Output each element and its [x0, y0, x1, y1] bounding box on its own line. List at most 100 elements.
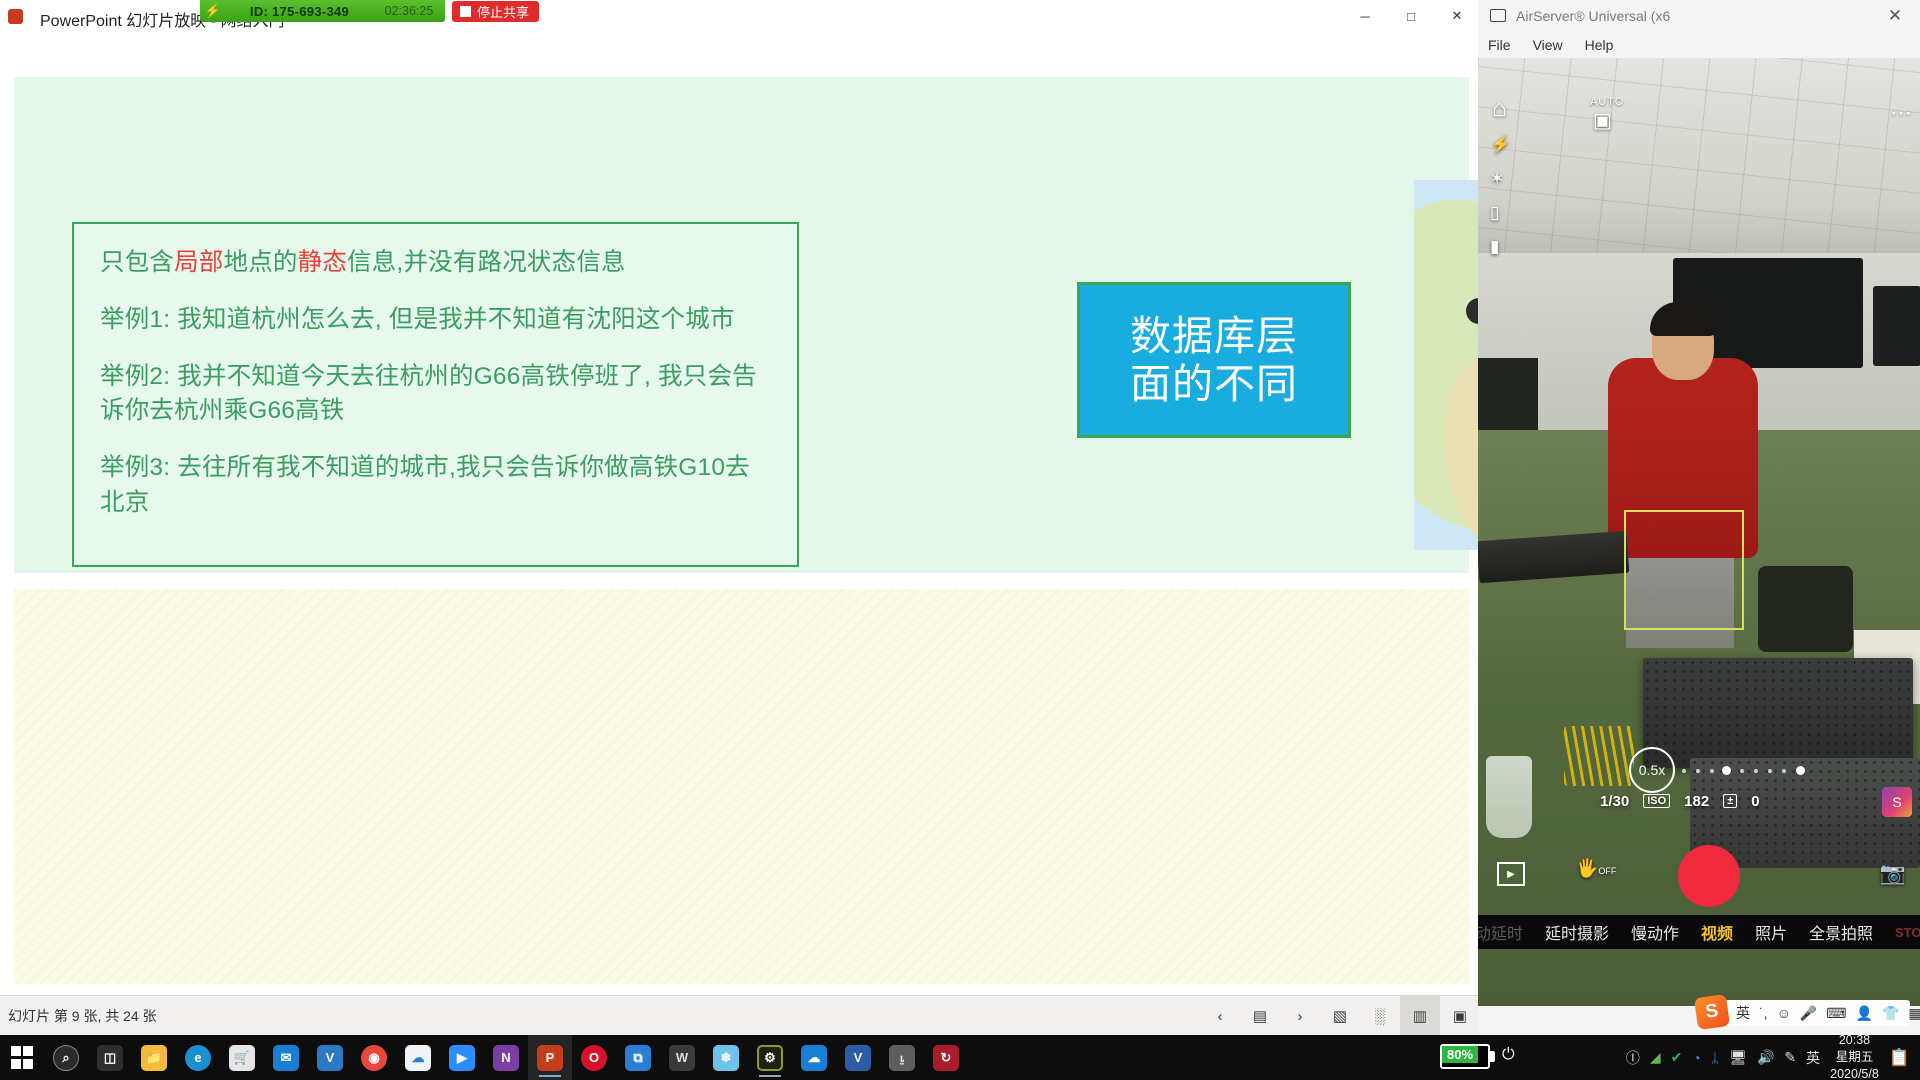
- taskbar-item-opera[interactable]: O: [572, 1035, 616, 1080]
- maximize-button[interactable]: □: [1388, 0, 1434, 32]
- ime-voice-icon[interactable]: 🎤: [1800, 1005, 1817, 1022]
- camera-mode-slowmotion[interactable]: 慢动作: [1631, 920, 1679, 944]
- taskbar-item-zoom[interactable]: ▶: [440, 1035, 484, 1080]
- camera-icon[interactable]: ▣: [1593, 108, 1612, 133]
- camera-mode-photo[interactable]: 照片: [1755, 920, 1787, 944]
- airserver-titlebar[interactable]: AirServer® Universal (x6: [1478, 0, 1920, 32]
- edge-icon: e: [185, 1044, 211, 1071]
- previous-slide-button[interactable]: ‹: [1200, 996, 1240, 1036]
- bluetooth-icon[interactable]: ᛦ: [1711, 1050, 1719, 1066]
- taskbar-item-powerpoint[interactable]: P: [528, 1035, 572, 1080]
- notification-icon[interactable]: 📋: [1889, 1048, 1910, 1068]
- nvidia-icon[interactable]: ◢: [1650, 1049, 1661, 1066]
- slide-canvas[interactable]: 只包含局部地点的静态信息,并没有路况状态信息 举例1: 我知道杭州怎么去, 但是…: [0, 32, 1480, 995]
- taskbar-item-search[interactable]: ⌕: [44, 1035, 88, 1080]
- stop-share-button[interactable]: 停止共享: [452, 1, 540, 22]
- taskbar-item-visio[interactable]: V: [836, 1035, 880, 1080]
- ime-account-icon[interactable]: 👤: [1856, 1005, 1873, 1022]
- battery-percent: 80%: [1442, 1046, 1478, 1063]
- cloud-icon[interactable]: ◔: [1692, 1050, 1700, 1066]
- camera-mode-story[interactable]: STORY: [1895, 925, 1920, 940]
- taskbar-item-chrome[interactable]: ◉: [352, 1035, 396, 1080]
- taskbar-item-bluetooth-files[interactable]: ⧉: [616, 1035, 660, 1080]
- sogou-ime-bar[interactable]: 英 ˙, ☺ 🎤 ⌨ 👤 👕 ▦: [1700, 1000, 1920, 1026]
- ime-keyboard-icon[interactable]: ⌨: [1826, 1005, 1846, 1022]
- normal-view-button[interactable]: ▧: [1320, 996, 1360, 1036]
- close-button[interactable]: ✕: [1434, 0, 1480, 32]
- camera-mode-timelapse[interactable]: 延时摄影: [1545, 920, 1609, 944]
- gallery-icon[interactable]: ▶: [1497, 862, 1525, 886]
- sogou-logo-icon[interactable]: S: [1693, 993, 1731, 1031]
- airserver-close-button[interactable]: ✕: [1874, 0, 1916, 32]
- taskbar-item-vscode[interactable]: V: [308, 1035, 352, 1080]
- taskbar-item-notes[interactable]: N: [484, 1035, 528, 1080]
- menu-help[interactable]: Help: [1585, 37, 1614, 53]
- notes-icon: N: [493, 1044, 519, 1071]
- volume-icon[interactable]: 🔊: [1757, 1049, 1774, 1066]
- filter-thumbnail[interactable]: S: [1882, 787, 1912, 817]
- ime-emoji-icon[interactable]: ☺: [1777, 1005, 1791, 1021]
- flash-icon[interactable]: ⚡: [1490, 135, 1520, 155]
- slide-sorter-view-button[interactable]: ░: [1360, 996, 1400, 1036]
- more-options-icon[interactable]: ⋯: [1890, 100, 1912, 126]
- taskbar-item-store[interactable]: 🛒: [220, 1035, 264, 1080]
- resolution-icon[interactable]: ▮: [1490, 237, 1520, 257]
- green-line-4: 举例3: 去往所有我不知道的城市,我只会告诉你做高铁G10去北京: [100, 454, 750, 516]
- zoom-slider[interactable]: [1682, 766, 1822, 776]
- stop-share-label: 停止共享: [477, 5, 530, 20]
- zoom-share-bar: ⚡ ID: 175-693-349 02:36:25: [200, 0, 445, 22]
- minimize-button[interactable]: ─: [1342, 0, 1388, 32]
- clock-time: 20:38: [1838, 1033, 1871, 1048]
- record-button[interactable]: [1678, 845, 1740, 907]
- menu-view[interactable]: View: [1533, 37, 1563, 53]
- meeting-elapsed-time: 02:36:25: [384, 4, 434, 18]
- gesture-shutter-icon[interactable]: 🖐OFF: [1576, 858, 1616, 879]
- ime-punctuation-icon[interactable]: ˙,: [1759, 1005, 1768, 1021]
- camera-mode-strip[interactable]: 运动延时 延时摄影 慢动作 视频 照片 全景拍照 STORY: [1478, 915, 1920, 949]
- bluetooth-files-icon: ⧉: [625, 1044, 651, 1071]
- flip-camera-icon[interactable]: 📷: [1880, 862, 1906, 886]
- auto-label: AUTO: [1590, 96, 1625, 108]
- slide-yellow-panel: 静态 路牌 我是基于静态数据库产生的静态路牌,我知之甚少, 我不会改变, 我不知…: [14, 589, 1469, 984]
- powerpoint-titlebar[interactable]: PowerPoint 幻灯片放映 - 网络入门 ⚡ ID: 175-693-34…: [0, 0, 1480, 32]
- aspect-ratio-icon[interactable]: ▯: [1490, 203, 1520, 223]
- taskbar-item-wechat[interactable]: W: [660, 1035, 704, 1080]
- home-icon[interactable]: ⌂: [1492, 95, 1507, 123]
- ime-toolbox-icon[interactable]: ▦: [1908, 1005, 1920, 1022]
- taskbar-item-game[interactable]: ❄: [704, 1035, 748, 1080]
- green-line-3: 举例2: 我并不知道今天去往杭州的G66高铁停班了, 我只会告诉你去杭州乘G66…: [100, 362, 757, 425]
- taskbar-item-cad[interactable]: ↻: [924, 1035, 968, 1080]
- zoom-level-indicator[interactable]: 0.5x: [1629, 747, 1675, 793]
- hdr-icon[interactable]: ✶: [1490, 169, 1520, 189]
- camera-mode-video[interactable]: 视频: [1701, 920, 1733, 944]
- cable-bundle: [1564, 726, 1634, 786]
- vent-holes: [1643, 658, 1913, 768]
- taskbar-clock[interactable]: 20:38 星期五 2020/5/8: [1830, 1032, 1879, 1080]
- pen-icon[interactable]: ✎: [1784, 1049, 1796, 1066]
- taskbar-item-onedrive[interactable]: ☁: [396, 1035, 440, 1080]
- taskbar-item-onedrive-2[interactable]: ☁: [792, 1035, 836, 1080]
- camera-mode-motion-timelapse[interactable]: 运动延时: [1478, 920, 1523, 944]
- ime-skin-icon[interactable]: 👕: [1882, 1005, 1899, 1022]
- ime-indicator[interactable]: 英: [1806, 1048, 1820, 1068]
- taskbar-item-database[interactable]: ⍸: [880, 1035, 924, 1080]
- taskbar-item-kms[interactable]: ⚙: [748, 1035, 792, 1080]
- taskbar-item-mail[interactable]: ✉: [264, 1035, 308, 1080]
- next-slide-button[interactable]: ›: [1280, 996, 1320, 1036]
- menu-file[interactable]: File: [1488, 37, 1511, 53]
- reading-view-button[interactable]: ▥: [1400, 996, 1440, 1036]
- battery-tip: [1490, 1051, 1495, 1062]
- camera-mode-panorama[interactable]: 全景拍照: [1809, 920, 1873, 944]
- taskbar-item-file-explorer[interactable]: 📁: [132, 1035, 176, 1080]
- shield-icon[interactable]: ✔: [1671, 1049, 1683, 1066]
- ime-language-indicator[interactable]: 英: [1736, 1003, 1750, 1023]
- security-icon[interactable]: Ⓘ: [1626, 1048, 1640, 1068]
- network-icon[interactable]: 🖥: [1729, 1049, 1747, 1066]
- taskbar-item-task-view[interactable]: ◫: [88, 1035, 132, 1080]
- taskbar-item-edge[interactable]: e: [176, 1035, 220, 1080]
- system-tray: Ⓘ ◢ ✔ ◔ ᛦ 🖥 🔊 ✎ 英 20:38 星期五 2020/5/8 📋: [1626, 1032, 1920, 1080]
- exposure-compensation-icon: ±: [1723, 794, 1738, 808]
- start-button[interactable]: [0, 1035, 44, 1080]
- notes-button[interactable]: ▤: [1240, 996, 1280, 1036]
- slideshow-view-button[interactable]: ▣: [1440, 996, 1480, 1036]
